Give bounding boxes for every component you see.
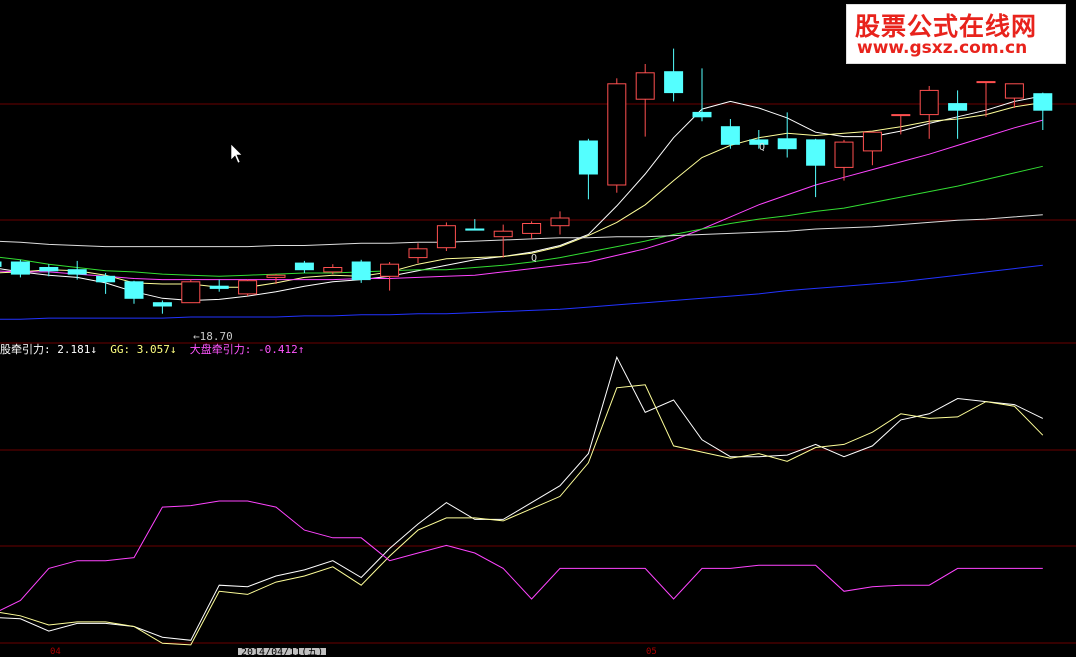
legend-arrow-1: ↓ xyxy=(90,343,97,356)
mouse-cursor-icon xyxy=(230,143,243,164)
candle-body-7 xyxy=(181,281,201,304)
indicator-line-1 xyxy=(0,384,1044,646)
candle-body-6 xyxy=(152,302,172,307)
legend-arrow-3: ↑ xyxy=(297,343,305,356)
candle-body-19 xyxy=(522,223,542,234)
candle-body-13 xyxy=(351,261,371,281)
candle-body-5 xyxy=(124,281,144,299)
candle-body-8 xyxy=(209,285,229,289)
candle-body-2 xyxy=(39,267,59,272)
indicator-legend: 股牵引力: 2.181↓, GG: 3.057↓, 大盘牵引力: -0.412↑ xyxy=(0,343,305,356)
candle-body-31 xyxy=(862,131,882,152)
watermark-url: www.gsxz.com.cn xyxy=(857,38,1028,58)
candle-body-11 xyxy=(294,262,314,271)
q-mark-2: Q xyxy=(759,142,765,153)
candle-body-17 xyxy=(465,228,485,231)
candle-body-10 xyxy=(266,274,286,278)
ma-line-1 xyxy=(0,102,1043,288)
indicator-lines xyxy=(0,355,1044,646)
candle-body-21 xyxy=(578,140,598,175)
ma-line-4 xyxy=(0,214,1043,248)
legend-value-1: 2.181 xyxy=(57,343,91,356)
candle-body-25 xyxy=(692,111,712,118)
candle-body-32 xyxy=(891,114,911,117)
ma-line-3 xyxy=(0,165,1043,277)
candle-body-18 xyxy=(493,230,513,238)
candle-body-35 xyxy=(976,81,996,84)
candle-body-33 xyxy=(919,89,939,116)
candle-body-23 xyxy=(635,72,655,100)
legend-label-3: 大盘牵引力: xyxy=(189,343,252,356)
legend-value-2: 3.057 xyxy=(136,343,170,356)
candle-body-29 xyxy=(806,139,826,166)
candle-body-15 xyxy=(408,248,428,259)
candle-body-20 xyxy=(550,217,570,227)
candle-body-16 xyxy=(436,225,456,249)
candle-body-12 xyxy=(323,267,343,273)
legend-label-1: 股牵引力: xyxy=(0,343,51,356)
moving-average-lines xyxy=(0,95,1043,320)
candle-body-0 xyxy=(0,261,2,267)
candle-body-28 xyxy=(777,138,797,150)
x-axis-date-label: 2014/04/11(五) xyxy=(238,648,327,655)
candle-body-3 xyxy=(67,269,87,275)
candle-body-34 xyxy=(948,103,968,111)
stock-chart: Q Q xyxy=(0,48,1076,646)
candle-body-30 xyxy=(834,141,854,168)
candle-body-22 xyxy=(607,83,627,186)
candle-body-24 xyxy=(664,71,684,94)
candle-body-37 xyxy=(1033,93,1053,111)
grid-lines xyxy=(0,103,1076,644)
candle-body-9 xyxy=(238,280,258,295)
legend-label-2: GG: xyxy=(110,343,131,356)
low-price-marker: ←18.70 xyxy=(193,330,233,343)
candle-body-14 xyxy=(380,263,400,277)
candle-body-36 xyxy=(1004,83,1024,99)
legend-arrow-2: ↓ xyxy=(169,343,177,356)
indicator-line-0 xyxy=(0,355,1044,641)
q-mark-1: Q xyxy=(531,253,537,264)
candle-body-26 xyxy=(720,126,740,145)
indicator-line-2 xyxy=(0,500,1043,611)
candle-body-4 xyxy=(96,275,116,283)
candle-body-1 xyxy=(10,261,30,275)
watermark-logo: 股票公式在线网 www.gsxz.com.cn xyxy=(846,4,1066,64)
legend-value-3: -0.412 xyxy=(258,343,298,356)
